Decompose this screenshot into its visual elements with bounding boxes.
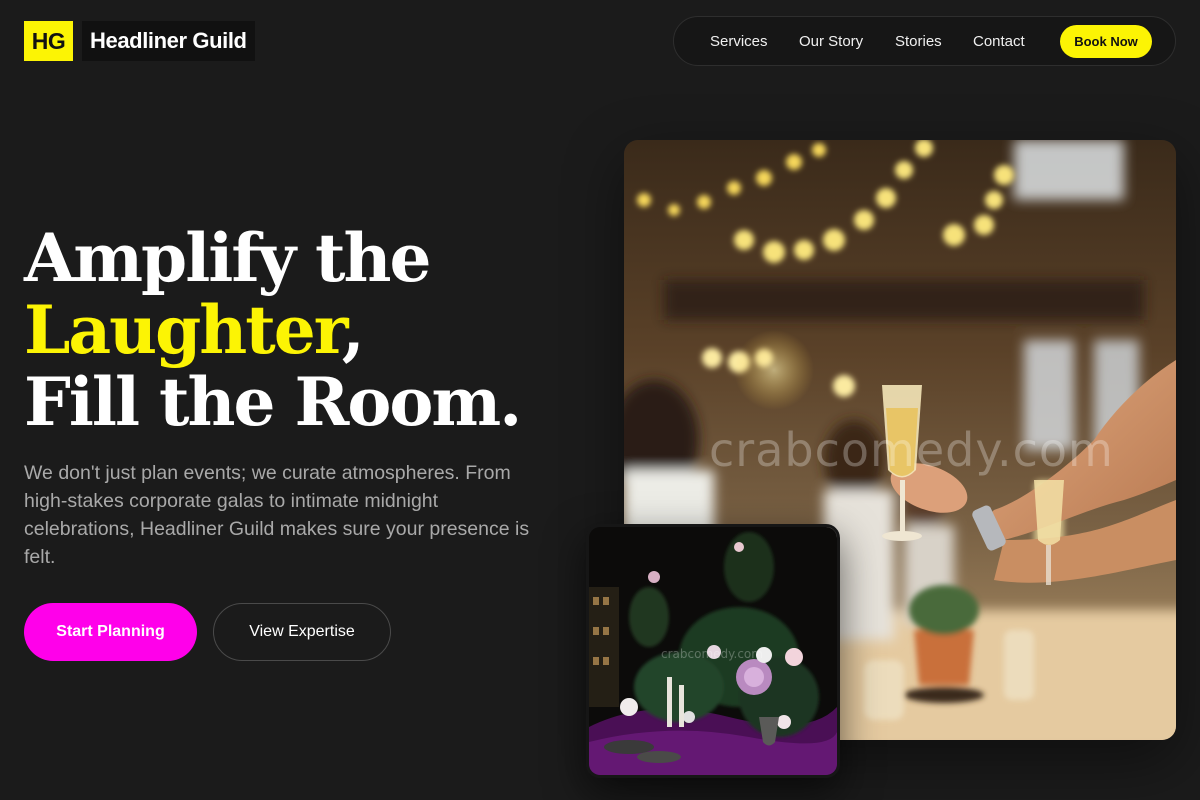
headline-comma: , [341, 291, 365, 369]
main-nav: Services Our Story Stories Contact Book … [673, 16, 1176, 66]
logo-mark: HG [24, 21, 73, 61]
brand-logo[interactable]: HG Headliner Guild [24, 21, 255, 61]
headline-line-1: Amplify the [24, 219, 432, 297]
start-planning-button[interactable]: Start Planning [24, 603, 197, 661]
nav-link-services[interactable]: Services [710, 33, 768, 50]
book-now-button[interactable]: Book Now [1060, 25, 1152, 58]
brand-name: Headliner Guild [82, 21, 255, 61]
page: HG Headliner Guild Services Our Story St… [0, 0, 1200, 800]
inset-photo-florals: crabcomedy.com [586, 524, 840, 778]
nav-link-stories[interactable]: Stories [895, 33, 942, 50]
image-watermark: crabcomedy.com [709, 423, 1114, 477]
nav-link-contact[interactable]: Contact [973, 33, 1025, 50]
hero-description: We don't just plan events; we curate atm… [24, 462, 530, 568]
inset-image-watermark: crabcomedy.com [661, 647, 763, 661]
headline-accent-word: Laughter [24, 291, 344, 369]
nav-link-our-story[interactable]: Our Story [799, 33, 863, 50]
hero-headline: Amplify the Laughter, Fill the Room. [24, 222, 584, 438]
view-expertise-button[interactable]: View Expertise [213, 603, 391, 661]
headline-line-3: Fill the Room. [24, 363, 522, 441]
